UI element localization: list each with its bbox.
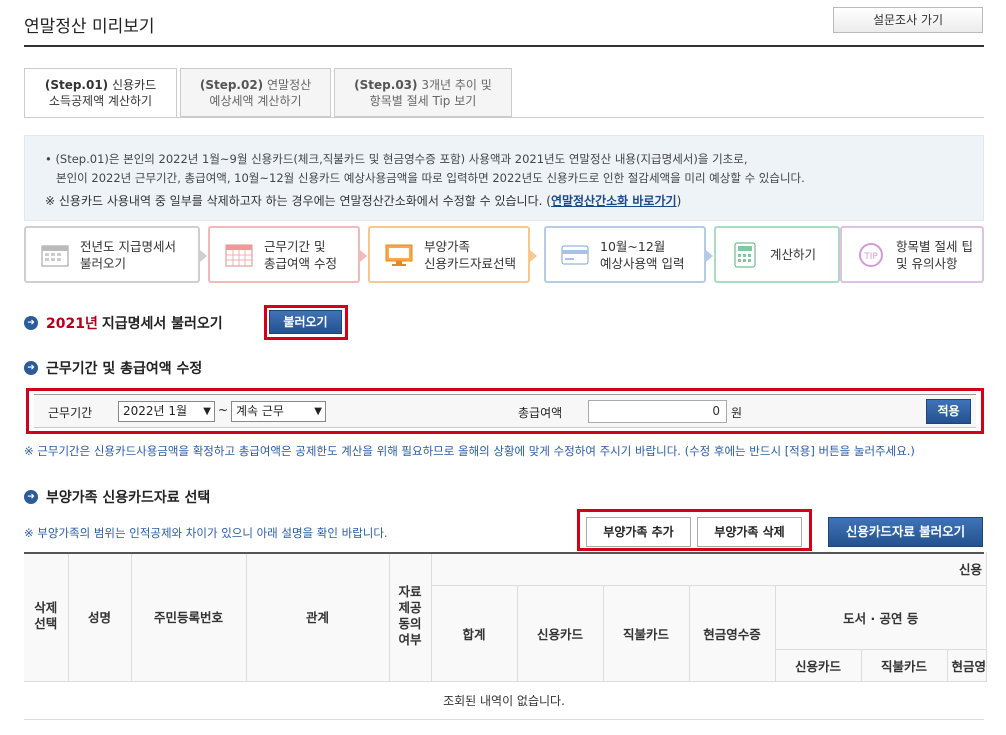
- dependents-notice: ※ 부양가족의 범위는 인적공제와 차이가 있으니 아래 설명을 확인 바랍니다…: [24, 526, 388, 540]
- period-tilde: ~: [218, 403, 229, 417]
- step-label: 10월~12월 예상사용액 입력: [600, 238, 685, 271]
- step-label: 근무기간 및 총급여액 수정: [264, 238, 337, 271]
- step-label: 전년도 지급명세서 불러오기: [80, 238, 176, 271]
- grid-calendar-icon: [224, 242, 254, 268]
- tab-line1: 신용카드: [112, 78, 157, 92]
- tab-step-label: (Step.03): [354, 78, 418, 92]
- tip-icon: TIP: [856, 242, 886, 268]
- col-delete-select: 삭제선택: [24, 552, 69, 682]
- calculator-icon: [730, 242, 760, 268]
- arrow-circle-icon: ➜: [24, 490, 38, 504]
- section-title-text: 근무기간 및 총급여액 수정: [46, 361, 203, 377]
- step-tabs: (Step.01) 신용카드 소득공제액 계산하기 (Step.02) 연말정산…: [24, 68, 984, 118]
- add-dependent-button[interactable]: 부양가족 추가: [586, 517, 691, 547]
- apply-button[interactable]: 적용: [926, 399, 971, 424]
- step-calculate: 계산하기: [714, 226, 847, 283]
- tab-step-label: (Step.02): [199, 78, 264, 92]
- step-tips: TIP 항목별 절세 팁및 유의사항: [840, 226, 984, 283]
- chevron-down-icon: ▼: [203, 406, 211, 417]
- survey-button[interactable]: 설문조사 가기: [833, 7, 983, 33]
- col-rrn: 주민등록번호: [131, 552, 247, 682]
- monitor-icon: [384, 242, 414, 268]
- tab-step-01[interactable]: (Step.01) 신용카드 소득공제액 계산하기: [24, 68, 177, 118]
- col-group-credit: 신용: [431, 552, 988, 586]
- svg-text:TIP: TIP: [863, 252, 878, 262]
- period-notice: ※ 근무기간은 신용카드사용금액을 확정하고 총급여액은 공제한도 계산을 위해…: [24, 444, 915, 458]
- calendar-icon: [40, 242, 70, 268]
- period-label: 근무기간: [48, 406, 93, 420]
- step-select-dependents: 부양가족 신용카드자료선택: [368, 226, 537, 283]
- section-year: 2021년: [46, 316, 98, 332]
- col-books-cash: 현금영: [947, 649, 988, 682]
- step-arrow: [706, 250, 713, 262]
- step-arrow: [360, 250, 367, 262]
- col-name: 성명: [68, 552, 132, 682]
- salary-input[interactable]: 0: [588, 400, 727, 423]
- step-arrow: [200, 250, 207, 262]
- load-card-data-button[interactable]: 신용카드자료 불러오기: [828, 517, 983, 547]
- col-total: 합계: [431, 585, 518, 682]
- section-title-text: 지급명세서 불러오기: [101, 316, 223, 332]
- tab-step-03[interactable]: (Step.03) 3개년 추이 및 항목별 절세 Tip 보기: [334, 68, 512, 117]
- step-label: 계산하기: [770, 247, 817, 262]
- col-debit-card: 직불카드: [603, 585, 690, 682]
- step-label: 부양가족 신용카드자료선택: [424, 238, 517, 271]
- tab-line1: 3개년 추이 및: [421, 78, 492, 92]
- period-start-select[interactable]: 2022년 1월 ▼: [118, 401, 215, 422]
- tab-line1: 연말정산: [267, 78, 312, 92]
- dependents-table: 삭제선택 성명 주민등록번호 관계 자료제공동의여부 신용 합계 신용카드 직불…: [24, 552, 988, 682]
- info-note-prefix: ※ 신용카드 사용내역 중 일부를 삭제하고자 하는 경우에는 연말정산간소화에…: [45, 194, 551, 208]
- period-salary-form: 근무기간 2022년 1월 ▼ ~ 계속 근무 ▼ 총급여액 0 원 적용: [34, 394, 976, 428]
- col-credit-card: 신용카드: [517, 585, 604, 682]
- col-cash-receipt: 현금영수증: [689, 585, 776, 682]
- info-note-suffix: ): [676, 194, 682, 208]
- col-consent: 자료제공동의여부: [389, 552, 432, 682]
- info-note: ※ 신용카드 사용내역 중 일부를 삭제하고자 하는 경우에는 연말정산간소화에…: [45, 192, 963, 211]
- col-group-books: 도서 · 공연 등: [775, 585, 988, 650]
- tab-baseline: [24, 117, 984, 118]
- tab-step-label: (Step.01): [44, 78, 109, 92]
- step-load-statement: 전년도 지급명세서 불러오기: [24, 226, 207, 283]
- step-arrow: [530, 250, 537, 262]
- arrow-circle-icon: ➜: [24, 361, 38, 375]
- section-period-title: ➜ 근무기간 및 총급여액 수정: [24, 358, 202, 378]
- col-books-debit: 직불카드: [861, 649, 948, 682]
- delete-dependent-button[interactable]: 부양가족 삭제: [697, 517, 802, 547]
- page-title: 연말정산 미리보기: [24, 17, 155, 37]
- section-dependents-title: ➜ 부양가족 신용카드자료 선택: [24, 487, 210, 507]
- info-box: • (Step.01)은 본인의 2022년 1월~9월 신용카드(체크,직불카…: [24, 135, 984, 221]
- tab-step-02[interactable]: (Step.02) 연말정산 예상세액 계산하기: [180, 68, 331, 117]
- currency-unit: 원: [731, 406, 743, 420]
- tab-line2: 소득공제액 계산하기: [48, 94, 153, 108]
- step-edit-period: 근무기간 및 총급여액 수정: [208, 226, 367, 283]
- chevron-down-icon: ▼: [314, 406, 322, 417]
- tab-line2: 항목별 절세 Tip 보기: [369, 94, 477, 108]
- info-line-1: • (Step.01)은 본인의 2022년 1월~9월 신용카드(체크,직불카…: [45, 152, 748, 166]
- step-label: 항목별 절세 팁및 유의사항: [896, 238, 973, 271]
- table-top-rule: [24, 552, 984, 554]
- step-input-expected: 10월~12월 예상사용액 입력: [544, 226, 713, 283]
- tab-line2: 예상세액 계산하기: [209, 94, 302, 108]
- col-relation: 관계: [246, 552, 390, 682]
- col-books-credit: 신용카드: [775, 649, 862, 682]
- title-divider: [24, 45, 984, 47]
- empty-message: 조회된 내역이 없습니다.: [24, 682, 984, 720]
- arrow-circle-icon: ➜: [24, 316, 38, 330]
- section-title-text: 부양가족 신용카드자료 선택: [46, 490, 211, 506]
- period-end-select[interactable]: 계속 근무 ▼: [231, 401, 326, 422]
- card-icon: [560, 242, 590, 268]
- salary-label: 총급여액: [518, 406, 563, 420]
- info-line-2: 본인이 2022년 근무기간, 총급여액, 10월~12월 신용카드 예상사용금…: [56, 171, 805, 185]
- process-steps: 전년도 지급명세서 불러오기 근무기간 및 총급여액 수정 부양가족 신용카드자료선택…: [24, 226, 984, 284]
- simplified-service-link[interactable]: 연말정산간소화 바로가기: [551, 194, 677, 208]
- section-load-statement-title: ➜ 2021년 지급명세서 불러오기: [24, 313, 223, 333]
- load-statement-button[interactable]: 불러오기: [269, 310, 342, 334]
